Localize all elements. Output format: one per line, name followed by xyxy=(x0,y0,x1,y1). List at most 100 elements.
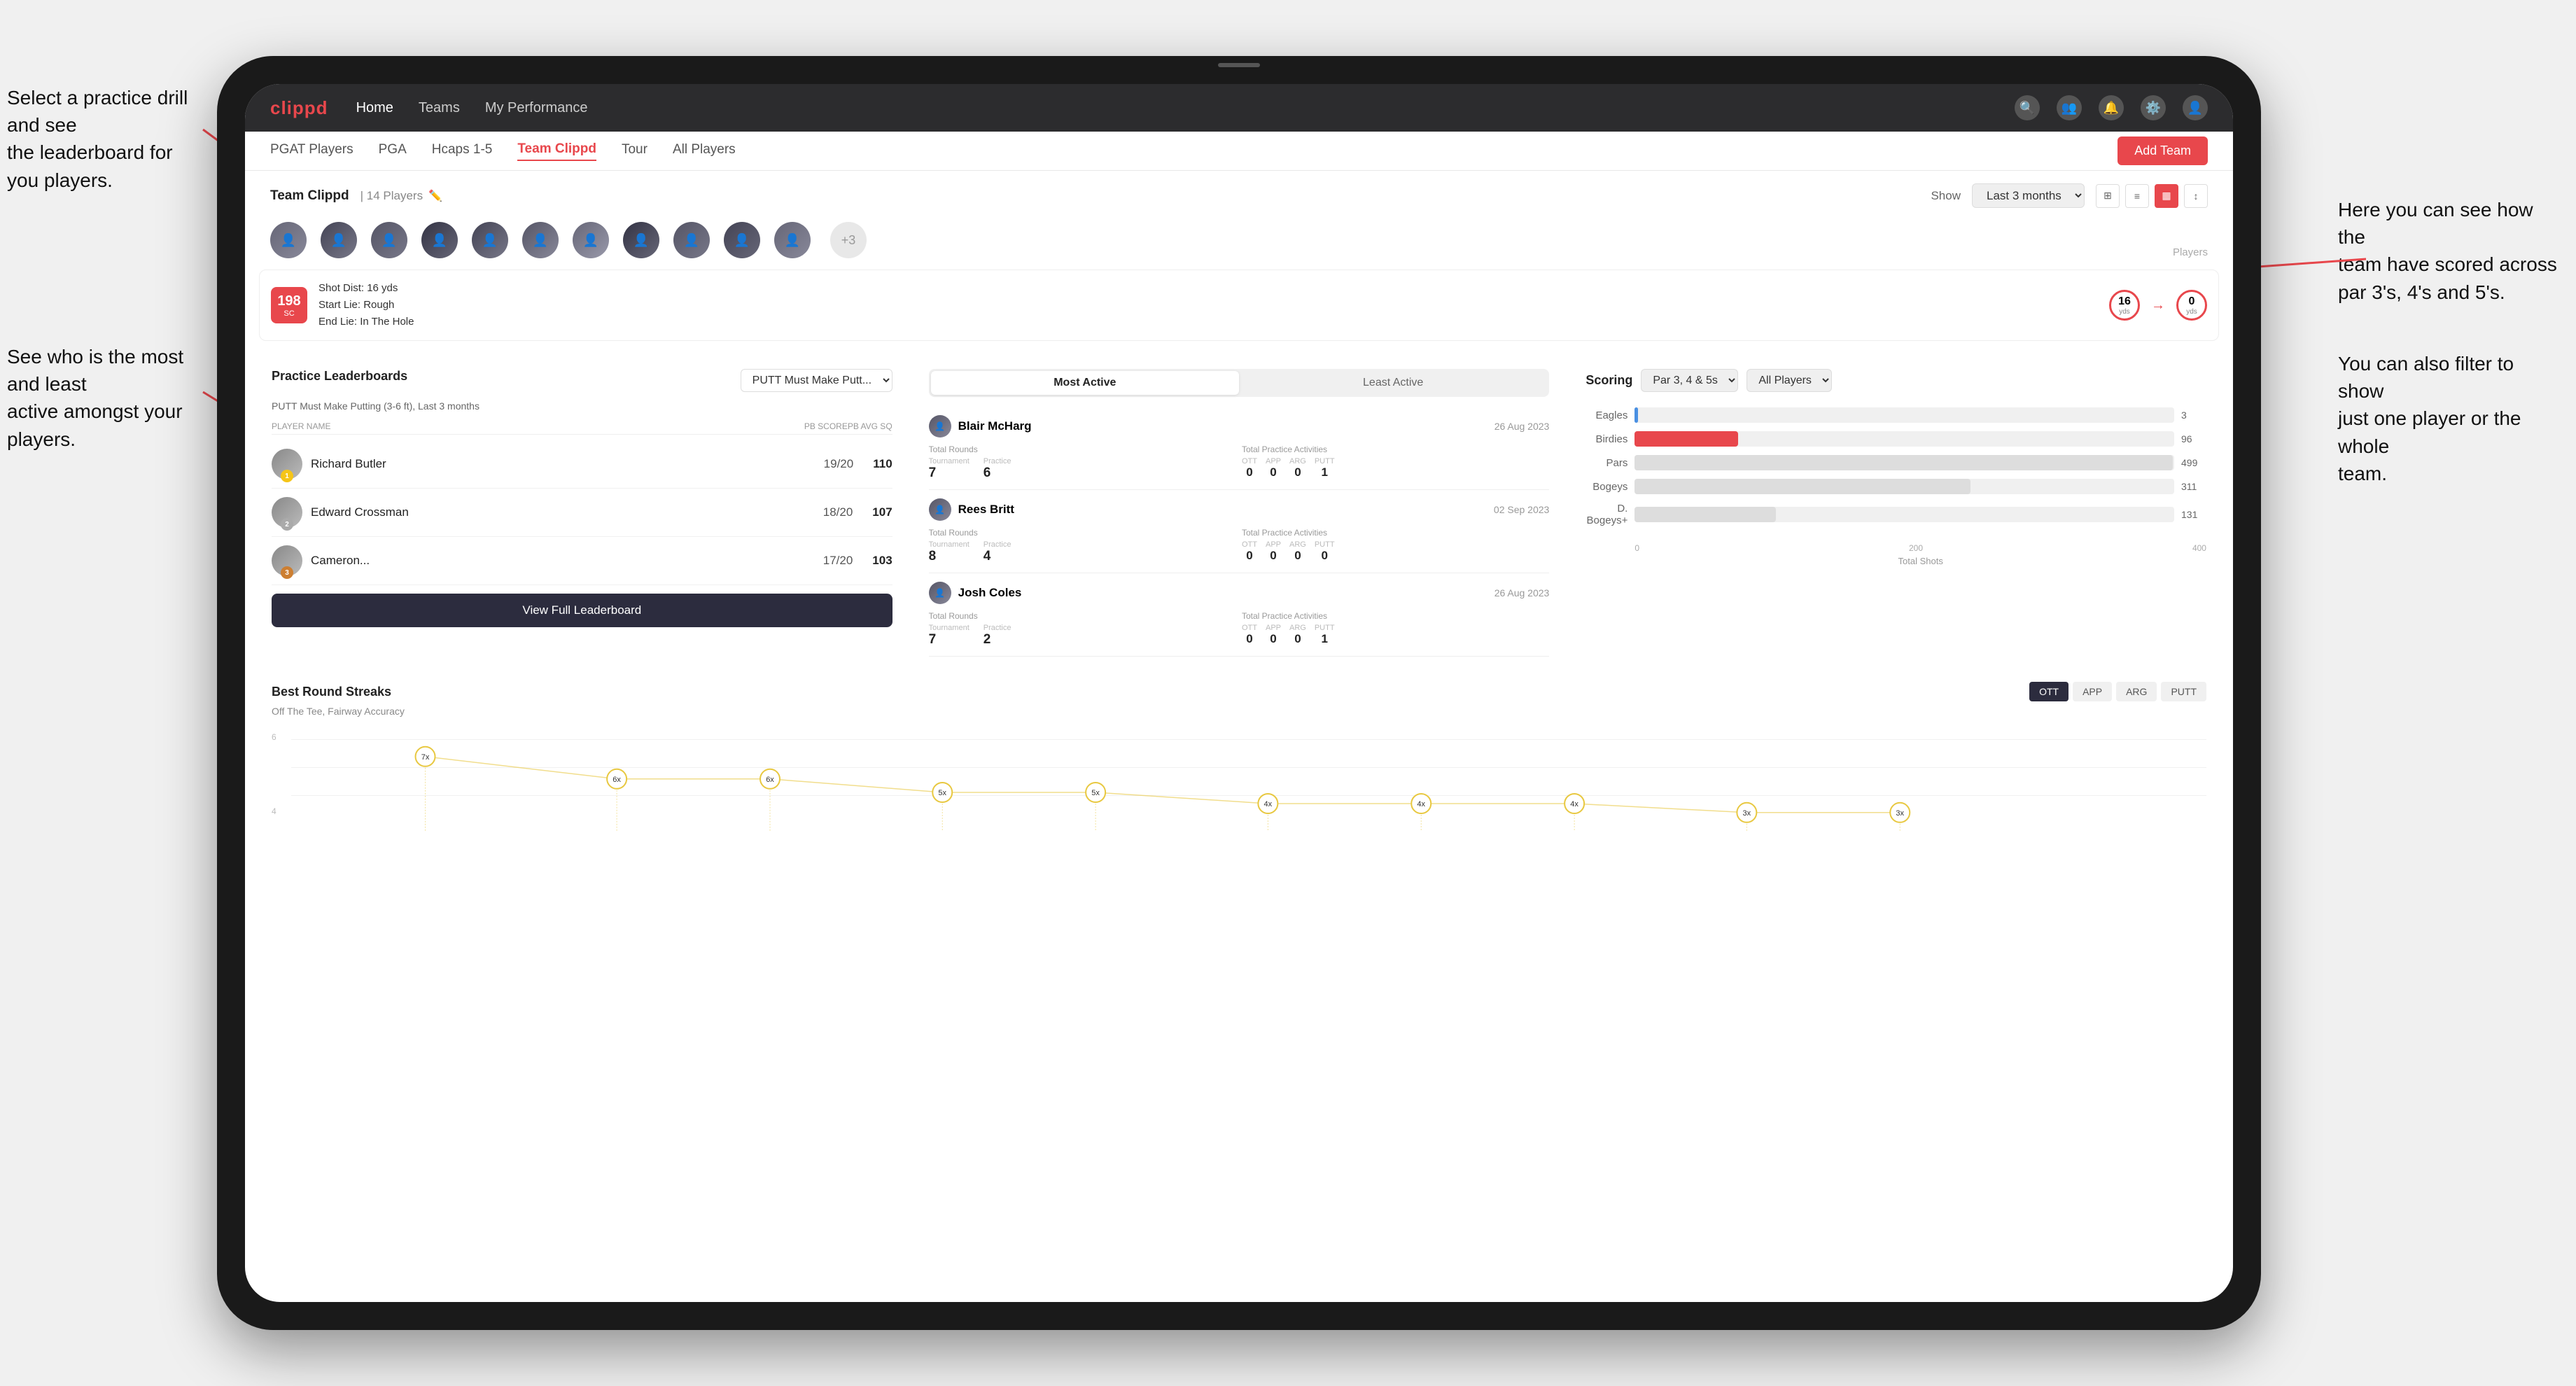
streaks-btn-putt[interactable]: PUTT xyxy=(2161,682,2206,701)
svg-text:5x: 5x xyxy=(1091,789,1100,797)
activity-player-row-2: 👤 Rees Britt 02 Sep 2023 Total Rounds To… xyxy=(929,490,1550,573)
bar-row-pars: Pars 499 xyxy=(1586,455,2206,470)
player-avatar-11[interactable]: 👤 xyxy=(774,222,811,258)
search-icon[interactable]: 🔍 xyxy=(2015,95,2040,120)
shot-distance-box: 198 SC xyxy=(271,287,307,323)
subnav-allplayers[interactable]: All Players xyxy=(673,142,736,160)
activity-date-3: 26 Aug 2023 xyxy=(1494,587,1550,598)
scoring-par-select[interactable]: Par 3, 4 & 5s xyxy=(1641,369,1738,392)
player-avg-2: 107 xyxy=(872,505,892,519)
subnav-pgat[interactable]: PGAT Players xyxy=(270,142,354,160)
profile-icon[interactable]: 👤 xyxy=(2183,95,2208,120)
app-logo: clippd xyxy=(270,97,328,119)
rank-badge-1: 1 xyxy=(281,470,293,482)
activity-player-name-3: 👤 Josh Coles xyxy=(929,582,1022,604)
streaks-svg: 7x 6x 6x 5x 5x 4x 4x xyxy=(291,725,2206,837)
list-view-icon[interactable]: ≡ xyxy=(2125,184,2149,208)
tab-most-active[interactable]: Most Active xyxy=(931,371,1239,395)
bar-value-pars: 499 xyxy=(2181,457,2206,468)
add-team-button[interactable]: Add Team xyxy=(2118,136,2208,165)
annotation-top-right: Here you can see how theteam have scored… xyxy=(2338,196,2562,306)
player-avg-1: 110 xyxy=(873,457,892,471)
total-practice-section-1: Total Practice Activities OTT 0 APP 0 xyxy=(1242,444,1549,481)
people-icon[interactable]: 👥 xyxy=(2057,95,2082,120)
players-label: Players xyxy=(2173,246,2208,258)
team-count: | 14 Players xyxy=(360,189,423,203)
activity-date-2: 02 Sep 2023 xyxy=(1494,504,1549,515)
bell-icon[interactable]: 🔔 xyxy=(2099,95,2124,120)
bar-fill-birdies xyxy=(1634,431,1738,447)
subnav-teamclippd[interactable]: Team Clippd xyxy=(517,141,596,161)
player-avatar-2[interactable]: 👤 xyxy=(321,222,357,258)
total-practice-section-2: Total Practice Activities OTT 0 APP 0 xyxy=(1242,528,1549,564)
activity-header-1: 👤 Blair McHarg 26 Aug 2023 xyxy=(929,415,1550,438)
bar-track-pars xyxy=(1634,455,2174,470)
drill-select[interactable]: PUTT Must Make Putt... xyxy=(741,369,892,392)
player-rank-avatar-1: 1 xyxy=(272,449,302,479)
nav-icons: 🔍 👥 🔔 ⚙️ 👤 xyxy=(2015,95,2208,120)
subnav-hcaps[interactable]: Hcaps 1-5 xyxy=(432,142,493,160)
nav-home[interactable]: Home xyxy=(356,100,393,116)
bar-value-eagles: 3 xyxy=(2181,410,2206,421)
scoring-header: Scoring Par 3, 4 & 5s All Players xyxy=(1586,369,2206,392)
bottom-section: Best Round Streaks OTT APP ARG PUTT Off … xyxy=(245,669,2233,857)
settings-icon[interactable]: ⚙️ xyxy=(2141,95,2166,120)
streaks-subtitle: Off The Tee, Fairway Accuracy xyxy=(272,706,2206,717)
subnav-tour[interactable]: Tour xyxy=(622,142,648,160)
player-avatar-6[interactable]: 👤 xyxy=(522,222,559,258)
shot-circle-1: 16 yds xyxy=(2109,290,2140,321)
view-leaderboard-button[interactable]: View Full Leaderboard xyxy=(272,594,892,627)
sort-icon[interactable]: ↕ xyxy=(2184,184,2208,208)
player-name-3: Cameron... xyxy=(311,554,815,568)
edit-icon[interactable]: ✏️ xyxy=(428,189,442,203)
bar-value-bogeys: 311 xyxy=(2181,481,2206,492)
nav-performance[interactable]: My Performance xyxy=(485,100,588,116)
svg-text:3x: 3x xyxy=(1896,809,1904,818)
subnav-pga[interactable]: PGA xyxy=(379,142,407,160)
player-avatar-3[interactable]: 👤 xyxy=(371,222,407,258)
scoring-card: Scoring Par 3, 4 & 5s All Players Eagles xyxy=(1573,356,2219,669)
player-avatar-10[interactable]: 👤 xyxy=(724,222,760,258)
bar-track-birdies xyxy=(1634,431,2174,447)
player-avatar-4[interactable]: 👤 xyxy=(421,222,458,258)
streaks-header: Best Round Streaks OTT APP ARG PUTT xyxy=(272,682,2206,701)
player-avatar-1[interactable]: 👤 xyxy=(270,222,307,258)
shot-circles: 16 yds → 0 yds xyxy=(2109,290,2207,321)
shot-info: Shot Dist: 16 yds Start Lie: Rough End L… xyxy=(318,280,414,330)
svg-text:6x: 6x xyxy=(766,776,774,784)
tablet-frame: clippd Home Teams My Performance 🔍 👥 🔔 ⚙… xyxy=(217,56,2261,1330)
scoring-player-select[interactable]: All Players xyxy=(1746,369,1832,392)
bar-label-dbogeys: D. Bogeys+ xyxy=(1586,503,1628,526)
leaderboard-columns: PLAYER NAME PB SCORE PB AVG SQ xyxy=(272,419,892,435)
svg-text:3x: 3x xyxy=(1743,809,1751,818)
bar-value-birdies: 96 xyxy=(2181,433,2206,444)
more-players[interactable]: +3 xyxy=(830,222,867,258)
activity-card: Most Active Least Active 👤 Blair McHarg … xyxy=(916,356,1562,669)
grid-view-icon[interactable]: ⊞ xyxy=(2096,184,2120,208)
team-name: Team Clippd xyxy=(270,188,349,204)
player-avatar-5[interactable]: 👤 xyxy=(472,222,508,258)
nav-teams[interactable]: Teams xyxy=(419,100,460,116)
total-practice-section-3: Total Practice Activities OTT 0 APP 0 xyxy=(1242,611,1549,648)
players-row: 👤 👤 👤 👤 👤 👤 👤 👤 👤 👤 👤 +3 Players xyxy=(245,216,2233,270)
leaderboard-header: Practice Leaderboards PUTT Must Make Put… xyxy=(272,369,892,392)
player-avatar-7[interactable]: 👤 xyxy=(573,222,609,258)
player-avatar-8[interactable]: 👤 xyxy=(623,222,659,258)
player-avatar-9[interactable]: 👤 xyxy=(673,222,710,258)
table-row: 3 Cameron... 17/20 103 xyxy=(272,537,892,585)
card-view-icon[interactable]: ▦ xyxy=(2155,184,2178,208)
streaks-btn-app[interactable]: APP xyxy=(2073,682,2112,701)
show-period-select[interactable]: Last 3 months xyxy=(1972,183,2085,208)
table-row: 1 Richard Butler 19/20 110 xyxy=(272,440,892,489)
player-name-2: Edward Crossman xyxy=(311,505,815,519)
streaks-btn-ott[interactable]: OTT xyxy=(2029,682,2068,701)
svg-text:7x: 7x xyxy=(421,753,430,762)
bar-value-dbogeys: 131 xyxy=(2181,509,2206,520)
shot-card: 198 SC Shot Dist: 16 yds Start Lie: Roug… xyxy=(259,270,2219,341)
annotation-bottom-left: See who is the most and leastactive amon… xyxy=(7,343,203,453)
tab-least-active[interactable]: Least Active xyxy=(1239,371,1547,395)
streaks-btn-arg[interactable]: ARG xyxy=(2116,682,2157,701)
player-score-1: 19/20 xyxy=(824,457,854,471)
activity-player-row-1: 👤 Blair McHarg 26 Aug 2023 Total Rounds … xyxy=(929,407,1550,490)
rank-badge-3: 3 xyxy=(281,566,293,579)
